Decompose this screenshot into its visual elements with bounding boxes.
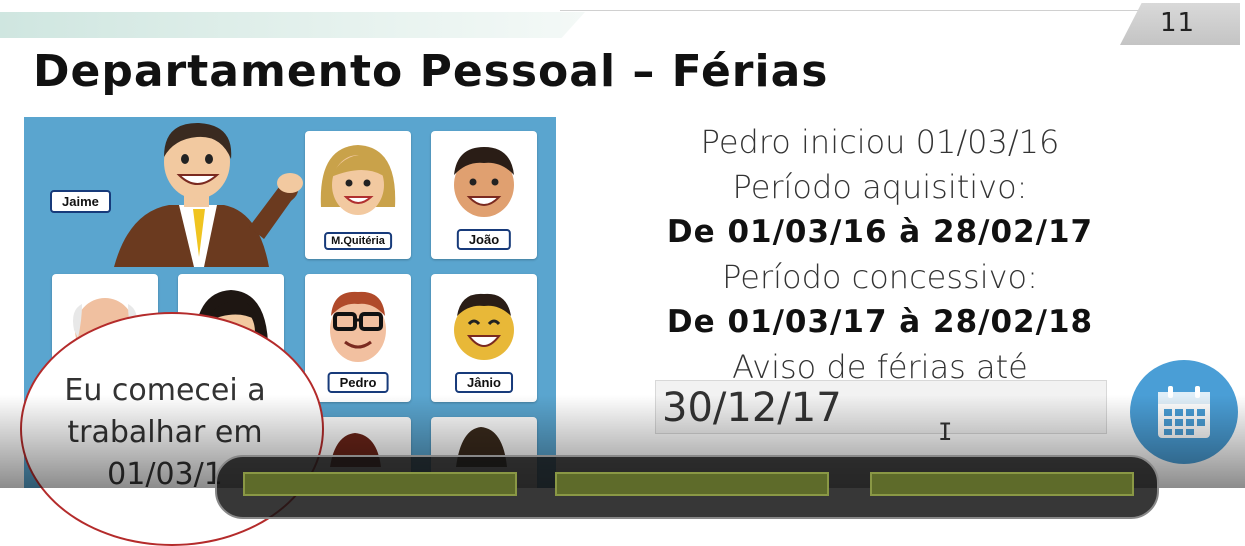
text-cursor-icon: I (938, 418, 953, 446)
speech-line-1: Eu comecei a (64, 373, 266, 408)
jaime-illustration (114, 122, 303, 267)
calendar-button[interactable] (1130, 360, 1238, 464)
acquisition-period-value: De 01/03/16 à 28/02/17 (666, 214, 1094, 250)
name-tag-pedro: Pedro (327, 372, 389, 393)
pedro-face (330, 291, 386, 362)
mquiteria-face (320, 145, 396, 215)
joao-face (454, 147, 514, 217)
concession-period-value: De 01/03/17 à 28/02/18 (666, 304, 1094, 340)
control-button-1[interactable] (243, 472, 517, 496)
page-number: 11 (1160, 8, 1196, 38)
calendar-icon (1158, 386, 1210, 438)
header-divider (560, 10, 1180, 11)
acquisition-period-label: Período aquisitivo: (732, 168, 1028, 206)
start-date-text: Pedro iniciou 01/03/16 (700, 123, 1060, 161)
control-button-2[interactable] (555, 472, 829, 496)
name-tag-jaime: Jaime (50, 190, 111, 213)
concession-period-label: Período concessivo: (722, 258, 1038, 296)
header-band (0, 12, 585, 38)
vacation-notice-date-field[interactable]: 30/12/17 (655, 380, 1107, 434)
slide-title: Departamento Pessoal – Férias (33, 46, 829, 97)
character-card-pedro[interactable]: Pedro (305, 274, 411, 402)
name-tag-joao: João (456, 229, 512, 250)
name-tag-mquiteria: M.Quitéria (324, 232, 392, 250)
control-button-3[interactable] (870, 472, 1134, 496)
vacation-info: Pedro iniciou 01/03/16 Período aquisitiv… (620, 120, 1140, 390)
character-card-janio[interactable]: Jânio (431, 274, 537, 402)
janio-face (454, 293, 514, 360)
character-card-mquiteria[interactable]: M.Quitéria (305, 131, 411, 259)
speech-line-2: trabalhar em (67, 415, 263, 450)
name-tag-janio: Jânio (455, 372, 513, 393)
character-card-joao[interactable]: João (431, 131, 537, 259)
